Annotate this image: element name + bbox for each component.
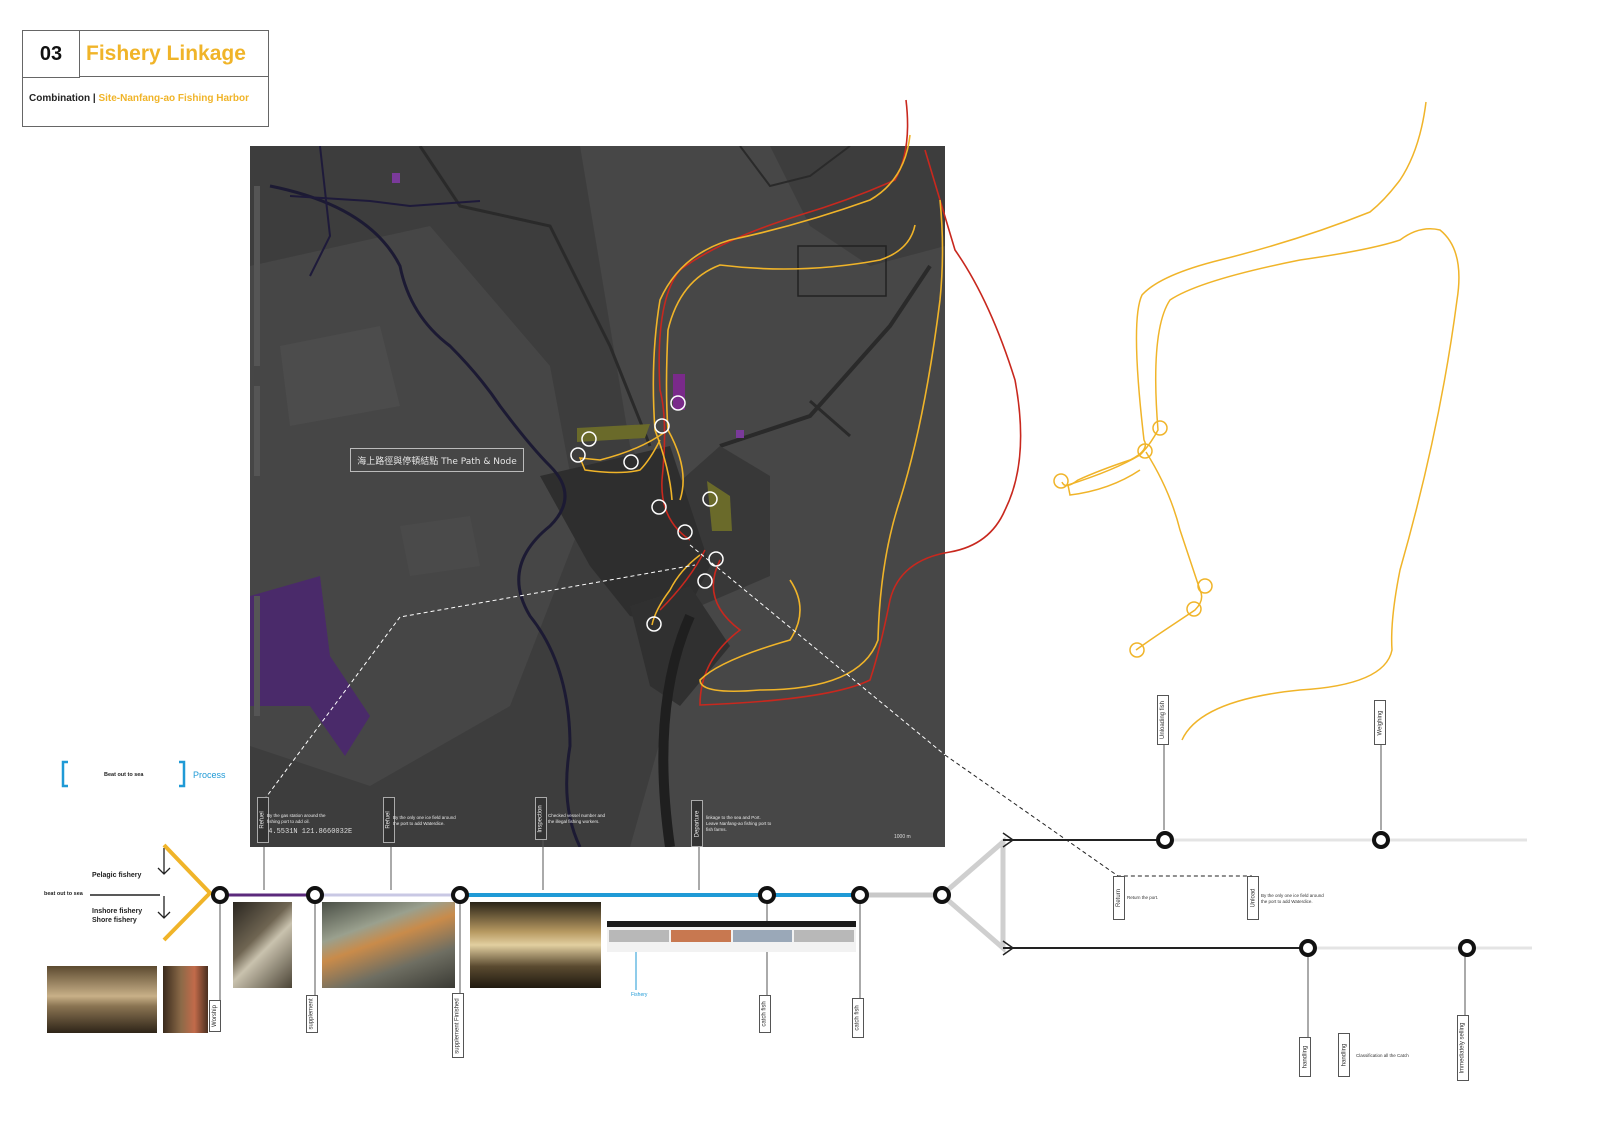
map-node (651, 499, 667, 515)
branch-chevron (162, 843, 213, 942)
tag-handling-1: handling (1299, 1037, 1311, 1077)
tag-catch-fish-1: catch fish (759, 995, 771, 1033)
photo-fishery-strip (607, 921, 856, 952)
timeline-node (211, 886, 229, 904)
photo-temple (163, 966, 208, 1033)
route-orange-figure-1 (1061, 101, 1427, 487)
figure-node (1053, 473, 1069, 489)
map-node (623, 454, 639, 470)
note-return: Return the port. (1127, 895, 1159, 900)
note-refuel-1: By the gas station around the fishing po… (267, 813, 326, 824)
note-departure: linkage to the sea and Port. Leave Nanfa… (706, 815, 772, 832)
note-inspection: Checked vessel number and the illegal fi… (548, 813, 606, 824)
connector-dash (263, 564, 696, 801)
figure-node (1197, 578, 1213, 594)
timeline-node (758, 886, 776, 904)
shore-label: Shore fishery (92, 917, 137, 924)
tag-supplement: supplement (306, 995, 318, 1033)
dashed-connectors-white (263, 544, 946, 801)
process-bracket-left (61, 760, 68, 788)
figure-node (1152, 420, 1168, 436)
process-label: Process (193, 770, 226, 780)
note-refuel-2: By the only one ice field around the por… (393, 815, 456, 826)
route-orange-2 (699, 199, 944, 693)
route-orange-4 (578, 431, 666, 474)
map-node (670, 395, 686, 411)
route-red-main (658, 99, 909, 541)
leader-lines (219, 745, 1466, 1037)
fishery-label: Fishery (631, 992, 648, 998)
tag-weighing: Weighing (1374, 700, 1386, 745)
tag-immediately-selling: Immediately selling (1457, 1015, 1469, 1081)
tag-departure: Departure (691, 800, 703, 847)
timeline-node (1299, 939, 1317, 957)
tag-unloading-fish: Unloading fish (1157, 695, 1169, 745)
timeline-node (306, 886, 324, 904)
map-node (697, 573, 713, 589)
map-node (708, 551, 724, 567)
pelagic-label: Pelagic fishery (92, 872, 142, 879)
beat-out-label: beat out to sea (44, 891, 83, 897)
timeline-node (933, 886, 951, 904)
map-node (702, 491, 718, 507)
timeline-node (451, 886, 469, 904)
tag-inspection: Inspection (535, 797, 547, 840)
tag-unload: Unload (1247, 876, 1259, 920)
classification-note: Classification all the Catch (1356, 1053, 1409, 1058)
process-bracket-right (179, 760, 186, 788)
inshore-label: Inshore fishery (92, 908, 143, 915)
route-orange-3 (665, 224, 916, 501)
process-bracket-text: Beat out to sea (104, 772, 144, 778)
timeline-node (1156, 831, 1174, 849)
tag-return: Return (1113, 876, 1125, 920)
note-unload: By the only one ice field around the por… (1261, 893, 1324, 904)
connector-dash-dark (944, 754, 1252, 877)
timeline-node (1372, 831, 1390, 849)
map-node (654, 418, 670, 434)
tag-catch-fish-2: catch fish (852, 998, 864, 1038)
map-node (570, 447, 586, 463)
tag-handling-2: handling (1338, 1033, 1350, 1077)
figure-node (1186, 601, 1202, 617)
route-orange-figure-3 (1135, 451, 1203, 651)
photo-fuel-station (233, 902, 292, 988)
map-node (581, 431, 597, 447)
map-nodes (570, 395, 724, 632)
timeline-node (851, 886, 869, 904)
timeline-node (1458, 939, 1476, 957)
tag-supplement-finished: supplement Finished (452, 993, 464, 1058)
photo-harbor-lake (47, 966, 157, 1033)
photo-ice-supply (322, 902, 455, 988)
route-orange-figure-2 (1067, 228, 1460, 741)
photo-fishing-boat (470, 902, 601, 988)
connector-dash (689, 544, 946, 756)
figure-nodes (1053, 420, 1213, 658)
tag-worship: Worship (209, 1000, 221, 1032)
